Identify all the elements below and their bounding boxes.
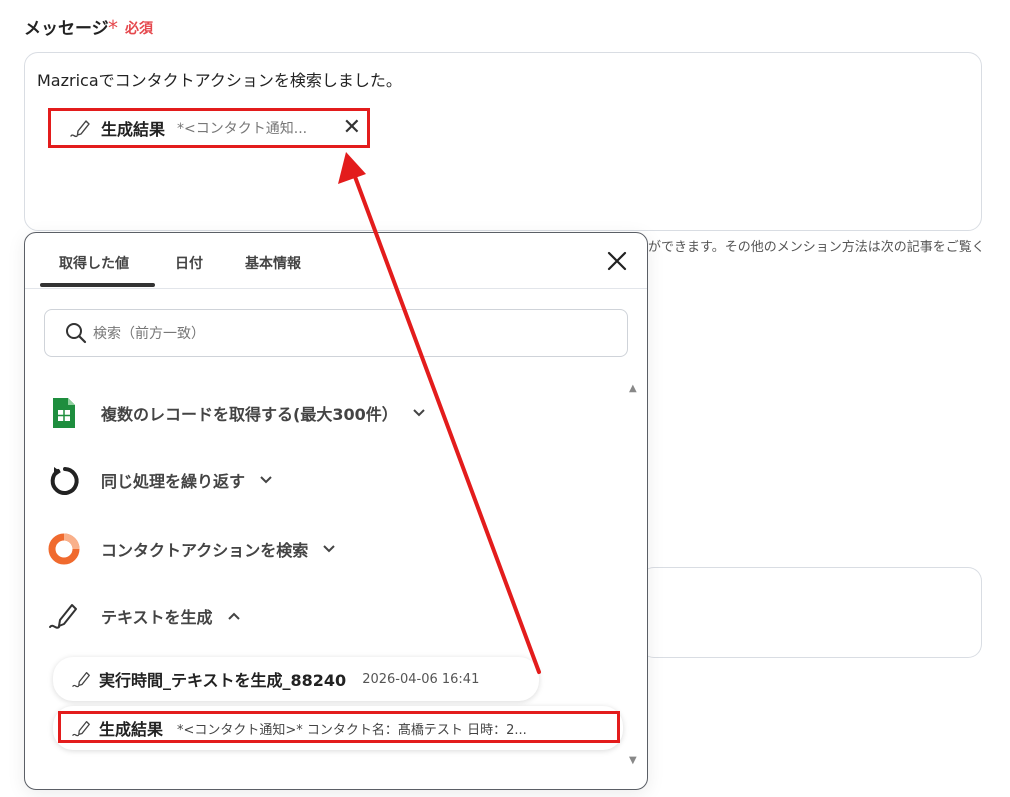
pen-signature-icon [47,599,81,633]
variable-chip-generated-result[interactable]: 生成結果 *<コンタクト通知... ✕ [48,108,370,148]
search-icon [66,323,87,344]
mazrica-icon [47,532,81,566]
chevron-down-icon [323,545,335,553]
chevron-up-icon [227,612,240,620]
scroll-up-arrow-icon[interactable]: ▲ [629,383,637,394]
section-get-records[interactable]: 複数のレコードを取得する(最大300件） [47,396,426,430]
chevron-down-icon [260,476,272,484]
tab-bar: 取得した値 日付 基本情報 [25,233,647,289]
scroll-down-arrow-icon[interactable]: ▼ [629,755,637,766]
value-item-generated-result[interactable]: 生成結果 *<コンタクト通知>* コンタクト名：髙橋テスト 日時：2... [53,706,623,750]
item-timestamp: 2026-04-06 16:41 [362,671,480,687]
section-label: 同じ処理を繰り返す [101,472,246,491]
scrollbar[interactable] [624,398,640,748]
section-repeat[interactable]: 同じ処理を繰り返す [47,463,273,497]
tab-acquired-values[interactable]: 取得した値 [59,253,129,273]
pen-signature-icon [72,672,90,688]
pen-signature-icon [72,721,90,737]
section-generate-text[interactable]: テキストを生成 [47,599,241,633]
search-box [44,309,628,357]
variable-picker-panel: 取得した値 日付 基本情報 ▲ ▼ 複数のレコードを取得する(最大300件） [24,232,648,790]
loop-icon [47,463,81,497]
tab-date[interactable]: 日付 [175,253,203,273]
required-star: * [108,16,118,40]
chip-remove-icon[interactable]: ✕ [343,117,361,139]
field-label: メッセージ [24,19,109,39]
pen-signature-icon [70,120,90,138]
chip-name: 生成結果 [101,120,166,139]
section-label: 複数のレコードを取得する(最大300件） [101,405,398,424]
item-name: 生成結果 [99,720,164,739]
chevron-down-icon [413,409,425,417]
section-label: コンタクトアクションを検索 [101,541,309,560]
section-label: テキストを生成 [101,608,213,627]
close-icon[interactable] [605,249,629,273]
tab-basic-info[interactable]: 基本情報 [245,253,301,273]
value-item-execution-time[interactable]: 実行時間_テキストを生成_88240 2026-04-06 16:41 [53,657,539,701]
help-text: ができます。その他のメンション方法は次の記事をご覧く [648,240,985,255]
search-input[interactable] [91,322,595,346]
chip-preview: *<コンタクト通知... [177,121,308,137]
required-label: 必須 [125,21,153,37]
active-tab-indicator [40,283,155,287]
item-preview: *<コンタクト通知>* コンタクト名：髙橋テスト 日時：2... [177,722,527,738]
background-input-box[interactable] [640,567,982,658]
google-sheets-icon [47,396,81,430]
message-text: Mazricaでコンタクトアクションを検索しました。 [37,71,402,90]
item-name: 実行時間_テキストを生成_88240 [99,671,347,690]
section-search-contact-action[interactable]: コンタクトアクションを検索 [47,532,336,566]
